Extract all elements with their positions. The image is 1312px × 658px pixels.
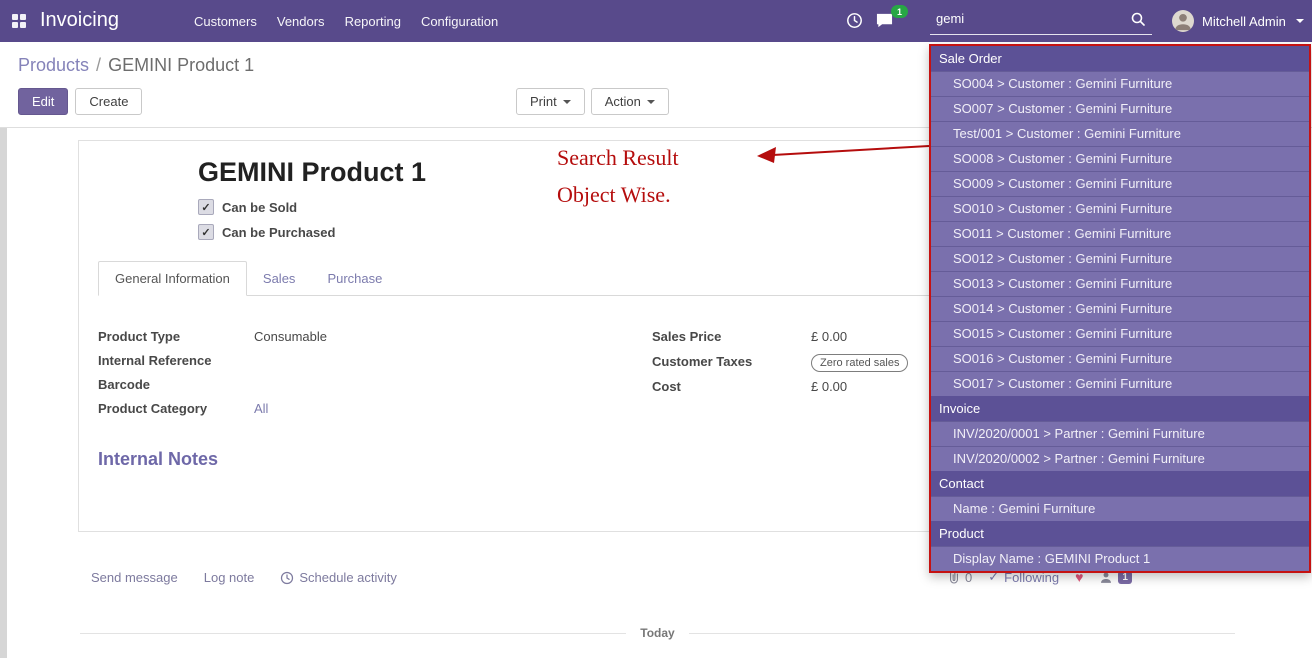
- log-note-button[interactable]: Log note: [204, 570, 255, 585]
- top-navbar: Invoicing Customers Vendors Reporting Co…: [0, 0, 1312, 42]
- search-result-item[interactable]: SO007 > Customer : Gemini Furniture: [931, 96, 1309, 121]
- activities-clock-icon[interactable]: [846, 12, 863, 34]
- tab-general-information[interactable]: General Information: [98, 261, 247, 296]
- field-barcode: Barcode: [98, 377, 628, 396]
- breadcrumb-separator: /: [96, 55, 101, 75]
- search-result-item[interactable]: SO017 > Customer : Gemini Furniture: [931, 371, 1309, 396]
- sales-price-value: £ 0.00: [811, 329, 847, 344]
- search-result-item[interactable]: SO004 > Customer : Gemini Furniture: [931, 71, 1309, 96]
- fields-left-column: Product Type Consumable Internal Referen…: [98, 329, 628, 425]
- search-result-item[interactable]: Name : Gemini Furniture: [931, 496, 1309, 521]
- breadcrumb-products[interactable]: Products: [18, 55, 89, 75]
- search-section-header: Sale Order: [931, 46, 1309, 71]
- annotation-line-2: Object Wise.: [557, 182, 679, 208]
- action-dropdown-button[interactable]: Action: [591, 88, 669, 115]
- customer-tax-tag: Zero rated sales: [811, 354, 908, 372]
- can-be-sold-row: Can be Sold: [198, 199, 335, 215]
- checkbox-checked-icon[interactable]: [198, 199, 214, 215]
- search-section-header: Invoice: [931, 396, 1309, 421]
- record-buttons: Edit Create: [18, 88, 142, 115]
- product-type-value: Consumable: [254, 329, 327, 344]
- search-icon[interactable]: [1130, 11, 1146, 32]
- app-name[interactable]: Invoicing: [40, 9, 119, 32]
- can-be-purchased-label: Can be Purchased: [222, 225, 335, 240]
- search-result-item[interactable]: SO016 > Customer : Gemini Furniture: [931, 346, 1309, 371]
- product-flags: Can be Sold Can be Purchased: [198, 199, 335, 249]
- checkbox-checked-icon[interactable]: [198, 224, 214, 240]
- nav-search: [930, 7, 1152, 35]
- nav-menu: Customers Vendors Reporting Configuratio…: [194, 0, 498, 42]
- product-title: GEMINI Product 1: [198, 157, 426, 188]
- nav-menu-item-configuration[interactable]: Configuration: [421, 14, 498, 29]
- send-message-button[interactable]: Send message: [91, 570, 178, 585]
- search-result-item[interactable]: Test/001 > Customer : Gemini Furniture: [931, 121, 1309, 146]
- chevron-down-icon: [563, 100, 571, 104]
- left-edge-strip: [0, 128, 7, 658]
- search-dropdown: Sale OrderSO004 > Customer : Gemini Furn…: [929, 44, 1311, 573]
- annotation-arrow: [753, 138, 931, 166]
- can-be-sold-label: Can be Sold: [222, 200, 297, 215]
- screen: Invoicing Customers Vendors Reporting Co…: [0, 0, 1312, 658]
- search-result-item[interactable]: SO008 > Customer : Gemini Furniture: [931, 146, 1309, 171]
- search-result-item[interactable]: INV/2020/0002 > Partner : Gemini Furnitu…: [931, 446, 1309, 471]
- annotation-text: Search Result Object Wise.: [557, 145, 679, 219]
- internal-notes-heading: Internal Notes: [98, 449, 218, 470]
- search-result-item[interactable]: SO014 > Customer : Gemini Furniture: [931, 296, 1309, 321]
- messages-icon[interactable]: [875, 12, 894, 34]
- tab-sales[interactable]: Sales: [247, 262, 312, 295]
- search-result-item[interactable]: SO009 > Customer : Gemini Furniture: [931, 171, 1309, 196]
- nav-menu-item-customers[interactable]: Customers: [194, 14, 257, 29]
- user-menu[interactable]: Mitchell Admin: [1172, 0, 1304, 42]
- breadcrumb-current: GEMINI Product 1: [108, 55, 254, 75]
- create-button[interactable]: Create: [75, 88, 142, 115]
- nav-menu-item-reporting[interactable]: Reporting: [345, 14, 401, 29]
- chevron-down-icon: [1296, 19, 1304, 23]
- tab-purchase[interactable]: Purchase: [311, 262, 398, 295]
- can-be-purchased-row: Can be Purchased: [198, 224, 335, 240]
- chatter-actions: Send message Log note Schedule activity: [91, 570, 397, 585]
- search-result-item[interactable]: SO012 > Customer : Gemini Furniture: [931, 246, 1309, 271]
- search-result-item[interactable]: SO013 > Customer : Gemini Furniture: [931, 271, 1309, 296]
- date-divider-label: Today: [626, 626, 688, 640]
- edit-button[interactable]: Edit: [18, 88, 68, 115]
- annotation-line-1: Search Result: [557, 145, 679, 171]
- messages-badge: 1: [891, 5, 908, 18]
- action-buttons: Print Action: [516, 88, 669, 115]
- schedule-activity-button[interactable]: Schedule activity: [280, 570, 397, 585]
- date-divider: Today: [80, 626, 1235, 640]
- search-input[interactable]: [934, 10, 1118, 27]
- user-avatar: [1172, 10, 1194, 32]
- search-result-item[interactable]: SO010 > Customer : Gemini Furniture: [931, 196, 1309, 221]
- search-section-header: Product: [931, 521, 1309, 546]
- breadcrumb: Products / GEMINI Product 1: [18, 55, 254, 76]
- search-section-header: Contact: [931, 471, 1309, 496]
- apps-grid-icon[interactable]: [12, 14, 27, 29]
- search-result-item[interactable]: INV/2020/0001 > Partner : Gemini Furnitu…: [931, 421, 1309, 446]
- chevron-down-icon: [647, 100, 655, 104]
- nav-menu-item-vendors[interactable]: Vendors: [277, 14, 325, 29]
- field-product-category: Product Category All: [98, 401, 628, 420]
- print-dropdown-button[interactable]: Print: [516, 88, 585, 115]
- product-category-link[interactable]: All: [254, 401, 268, 416]
- cost-value: £ 0.00: [811, 379, 847, 394]
- field-internal-reference: Internal Reference: [98, 353, 628, 372]
- field-product-type: Product Type Consumable: [98, 329, 628, 348]
- search-result-item[interactable]: SO015 > Customer : Gemini Furniture: [931, 321, 1309, 346]
- clock-icon: [280, 571, 294, 585]
- search-result-item[interactable]: SO011 > Customer : Gemini Furniture: [931, 221, 1309, 246]
- search-result-item[interactable]: Display Name : GEMINI Product 1: [931, 546, 1309, 571]
- user-name: Mitchell Admin: [1202, 14, 1286, 29]
